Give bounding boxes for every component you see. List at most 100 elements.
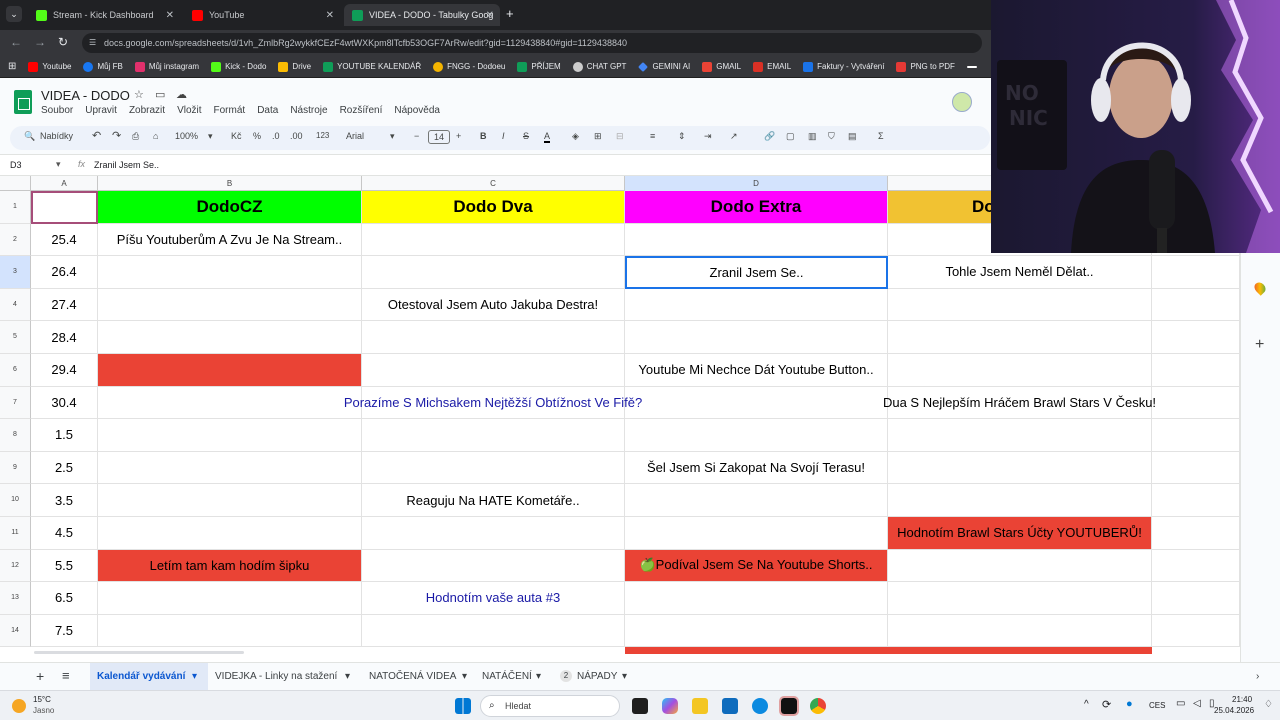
cell-c12[interactable] [362, 549, 625, 583]
row-header[interactable]: 7 [0, 386, 31, 420]
cell-a7[interactable]: 30.4 [31, 386, 98, 420]
cell-c4[interactable]: Otestoval Jsem Auto Jakuba Destra! [362, 288, 625, 322]
bookmark-gmail[interactable]: GMAIL [702, 61, 741, 72]
notification-bell-icon[interactable]: ♢ [1264, 699, 1273, 710]
bookmark-prijem[interactable]: PŘÍJEM [517, 61, 561, 72]
menu-upravit[interactable]: Upravit [85, 105, 117, 116]
chevron-down-icon[interactable]: ▾ [192, 671, 197, 682]
text-color-button[interactable]: A [544, 131, 551, 143]
column-header-b[interactable]: B [98, 176, 362, 191]
cell-c10[interactable]: Reaguju Na HATE Kometáře.. [362, 484, 625, 517]
chevron-down-icon[interactable]: ▾ [345, 671, 350, 682]
text-rotation-icon[interactable]: ↗ [730, 131, 738, 142]
cell-d12[interactable]: 🍏Podíval Jsem Se Na Youtube Shorts.. [625, 549, 888, 583]
tray-chevron-icon[interactable]: ^ [1084, 699, 1089, 710]
cell-empty[interactable] [1152, 517, 1240, 550]
close-icon[interactable]: ✕ [326, 10, 334, 21]
reload-icon[interactable]: ↻ [58, 35, 68, 49]
cell-a11[interactable]: 4.5 [31, 517, 98, 550]
cell-empty[interactable] [1152, 549, 1240, 583]
close-icon[interactable]: ✕ [166, 10, 174, 21]
menu-vlozit[interactable]: Vložit [177, 105, 201, 116]
row-header[interactable]: 12 [0, 549, 31, 583]
horizontal-align-icon[interactable]: ≡ [650, 131, 655, 141]
cell-c2[interactable] [362, 223, 625, 257]
search-icon[interactable]: 🔍 [24, 131, 35, 142]
cell-c11[interactable] [362, 517, 625, 550]
cell-d8[interactable] [625, 419, 888, 452]
number-format-button[interactable]: 123 [316, 131, 329, 140]
cell-b3[interactable] [98, 256, 362, 289]
row-header[interactable]: 10 [0, 484, 31, 517]
cell-b7[interactable] [98, 386, 362, 420]
cell-c8[interactable] [362, 419, 625, 452]
new-tab-button[interactable]: + [506, 6, 514, 21]
copilot-icon[interactable] [662, 698, 678, 714]
cell-empty[interactable] [1152, 614, 1240, 648]
cell-e3[interactable]: Tohle Jsem Neměl Dělat.. [888, 256, 1152, 289]
cell-d13[interactable] [625, 582, 888, 615]
redo-icon[interactable]: ↷ [112, 129, 121, 142]
font-size-decrease-icon[interactable]: − [414, 131, 419, 141]
mail-icon[interactable] [722, 698, 738, 714]
cell-a2[interactable]: 25.4 [31, 223, 98, 257]
menu-data[interactable]: Data [257, 105, 278, 116]
add-icon[interactable]: + [1255, 336, 1264, 354]
bookmark-email[interactable]: EMAIL [753, 61, 791, 72]
cell-e5[interactable] [888, 321, 1152, 354]
cell-e10[interactable] [888, 484, 1152, 517]
cell-empty[interactable] [1152, 321, 1240, 354]
row-header[interactable]: 9 [0, 451, 31, 485]
horizontal-scrollbar[interactable] [34, 651, 244, 654]
font-size-input[interactable]: 14 [428, 130, 450, 144]
cell-b10[interactable] [98, 484, 362, 517]
bookmark-blank[interactable] [966, 65, 981, 68]
cell-c6[interactable] [362, 354, 625, 387]
bookmark-fb[interactable]: Můj FB [83, 61, 123, 72]
column-header-d[interactable]: D [625, 176, 888, 191]
sheet-tab-napady[interactable]: NÁPADY [577, 671, 617, 682]
cell-b13[interactable] [98, 582, 362, 615]
zoom-select[interactable]: 100% [175, 131, 198, 141]
chevron-down-icon[interactable]: ▾ [390, 131, 395, 142]
cell-e13[interactable] [888, 582, 1152, 615]
star-icon[interactable]: ☆ [134, 88, 144, 101]
explore-icon[interactable]: › [1256, 671, 1259, 682]
cell-empty[interactable] [1152, 386, 1240, 420]
cell-b1[interactable]: DodoCZ [98, 191, 362, 224]
menu-search-label[interactable]: Nabídky [40, 131, 73, 141]
tab-youtube[interactable]: YouTube ✕ [184, 4, 340, 26]
sheets-logo-icon[interactable] [14, 90, 32, 114]
move-folder-icon[interactable]: ▭ [155, 88, 165, 101]
cell-d7[interactable] [625, 386, 888, 420]
cell-empty[interactable] [1152, 451, 1240, 485]
functions-button[interactable]: Σ [878, 131, 884, 141]
column-header-a[interactable]: A [31, 176, 98, 191]
bookmark-drive[interactable]: Drive [278, 61, 311, 72]
row-header[interactable]: 11 [0, 517, 31, 550]
menu-format[interactable]: Formát [214, 105, 246, 116]
filter-icon[interactable]: ⛉ [828, 131, 835, 142]
windows-start-icon[interactable] [455, 698, 471, 714]
cell-d3[interactable]: Zranil Jsem Se.. [625, 256, 888, 289]
cell-d10[interactable] [625, 484, 888, 517]
apps-icon[interactable]: ⊞ [8, 61, 16, 72]
cell-c14[interactable] [362, 614, 625, 648]
cell-e14[interactable] [888, 614, 1152, 648]
cell-b4[interactable] [98, 288, 362, 322]
chart-icon[interactable]: ▥ [808, 131, 817, 142]
bookmark-kick[interactable]: Kick - Dodo [211, 61, 266, 72]
cloud-status-icon[interactable]: ☁ [176, 88, 187, 101]
cell-a6[interactable]: 29.4 [31, 354, 98, 387]
cell-c3[interactable] [362, 256, 625, 289]
bookmark-chatgpt[interactable]: CHAT GPT [572, 61, 626, 72]
filter-views-icon[interactable]: ▤ [848, 131, 857, 142]
chevron-down-icon[interactable]: ▾ [622, 671, 627, 682]
menu-nastroje[interactable]: Nástroje [290, 105, 327, 116]
cell-e8[interactable] [888, 419, 1152, 452]
increase-decimal-button[interactable]: .00 [290, 131, 303, 141]
cell-d9[interactable]: Šel Jsem Si Zakopat Na Svojí Terasu! [625, 451, 888, 485]
cell-d5[interactable] [625, 321, 888, 354]
clock-date[interactable]: 25.04.2026 [1214, 706, 1254, 715]
cell-b9[interactable] [98, 451, 362, 485]
